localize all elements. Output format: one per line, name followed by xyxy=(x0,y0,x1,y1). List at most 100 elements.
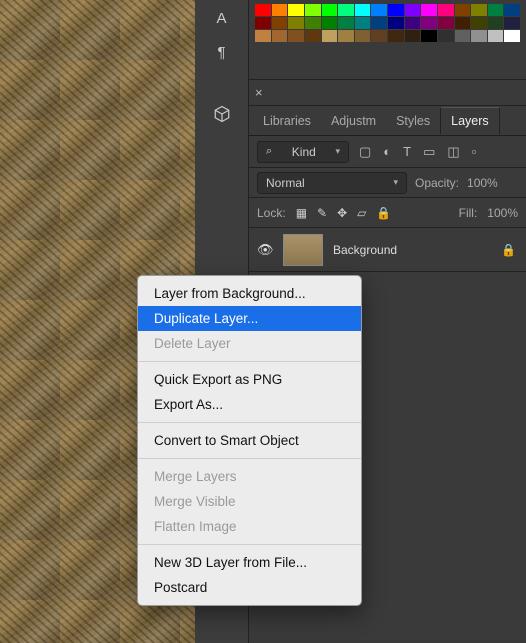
lock-option-icon[interactable]: ▦ xyxy=(296,206,307,220)
swatch[interactable] xyxy=(471,4,487,16)
swatch[interactable] xyxy=(371,4,387,16)
swatch[interactable] xyxy=(504,17,520,29)
tab-adjustm[interactable]: Adjustm xyxy=(321,108,386,134)
3d-panel-icon[interactable] xyxy=(205,102,239,126)
menu-item-quick-export-as-png[interactable]: Quick Export as PNG xyxy=(138,367,361,392)
blend-mode-row: Normal ▾ Opacity: 100% xyxy=(249,168,526,198)
swatch[interactable] xyxy=(388,30,404,42)
swatch[interactable] xyxy=(488,17,504,29)
layer-name[interactable]: Background xyxy=(333,243,397,257)
swatch[interactable] xyxy=(305,17,321,29)
chevron-down-icon: ▾ xyxy=(393,177,398,188)
swatch[interactable] xyxy=(305,30,321,42)
swatch[interactable] xyxy=(471,30,487,42)
tab-layers[interactable]: Layers xyxy=(440,107,500,134)
menu-separator xyxy=(138,544,361,545)
filter-type-icon[interactable]: ▢ xyxy=(359,144,371,160)
menu-separator xyxy=(138,422,361,423)
swatch[interactable] xyxy=(272,4,288,16)
swatch[interactable] xyxy=(405,30,421,42)
type-tool-icon[interactable]: A xyxy=(205,6,239,30)
filter-type-icon[interactable]: ▭ xyxy=(423,144,435,160)
filter-kind-label: Kind xyxy=(292,145,316,159)
swatch[interactable] xyxy=(455,4,471,16)
lock-option-icon[interactable]: ✥ xyxy=(337,206,347,220)
chevron-down-icon: ▾ xyxy=(335,146,340,157)
panel-group-header: × xyxy=(249,80,526,106)
lock-option-icon[interactable]: 🔒 xyxy=(376,206,391,220)
blend-mode-select[interactable]: Normal ▾ xyxy=(257,172,407,194)
swatch[interactable] xyxy=(322,30,338,42)
menu-item-delete-layer: Delete Layer xyxy=(138,331,361,356)
swatch[interactable] xyxy=(471,17,487,29)
swatch[interactable] xyxy=(272,17,288,29)
visibility-toggle-icon[interactable]: 👁 xyxy=(257,242,273,258)
swatch[interactable] xyxy=(421,4,437,16)
swatch[interactable] xyxy=(371,30,387,42)
filter-kind-select[interactable]: ⌕ Kind ▾ xyxy=(257,141,349,163)
swatch[interactable] xyxy=(272,30,288,42)
swatch[interactable] xyxy=(255,30,271,42)
swatch[interactable] xyxy=(288,4,304,16)
close-panel-icon[interactable]: × xyxy=(249,85,269,100)
swatch[interactable] xyxy=(355,30,371,42)
menu-item-postcard[interactable]: Postcard xyxy=(138,575,361,600)
filter-type-icon[interactable]: T xyxy=(403,144,411,159)
swatch[interactable] xyxy=(255,4,271,16)
lock-label: Lock: xyxy=(257,206,286,220)
swatch[interactable] xyxy=(455,17,471,29)
menu-item-export-as[interactable]: Export As... xyxy=(138,392,361,417)
search-icon: ⌕ xyxy=(266,145,272,158)
swatch[interactable] xyxy=(338,4,354,16)
fill-label: Fill: xyxy=(459,206,478,220)
tab-styles[interactable]: Styles xyxy=(386,108,440,134)
layer-thumbnail[interactable] xyxy=(283,234,323,266)
swatch[interactable] xyxy=(455,30,471,42)
menu-item-duplicate-layer[interactable]: Duplicate Layer... xyxy=(138,306,361,331)
swatch[interactable] xyxy=(355,17,371,29)
swatch[interactable] xyxy=(488,4,504,16)
swatch[interactable] xyxy=(371,17,387,29)
swatch[interactable] xyxy=(388,17,404,29)
swatch[interactable] xyxy=(288,30,304,42)
lock-option-icon[interactable]: ✎ xyxy=(317,206,327,220)
swatch[interactable] xyxy=(504,4,520,16)
tab-libraries[interactable]: Libraries xyxy=(253,108,321,134)
swatch[interactable] xyxy=(388,4,404,16)
swatch[interactable] xyxy=(438,4,454,16)
swatch[interactable] xyxy=(338,17,354,29)
swatch[interactable] xyxy=(421,17,437,29)
swatch[interactable] xyxy=(405,4,421,16)
layer-row-background[interactable]: 👁 Background 🔒 xyxy=(249,228,526,272)
fill-value[interactable]: 100% xyxy=(487,206,518,220)
lock-option-icon[interactable]: ▱ xyxy=(357,206,366,220)
swatch[interactable] xyxy=(438,30,454,42)
swatch[interactable] xyxy=(255,17,271,29)
paragraph-icon[interactable]: ¶ xyxy=(205,40,239,64)
menu-item-merge-visible: Merge Visible xyxy=(138,489,361,514)
menu-item-new-3d-layer-from-file[interactable]: New 3D Layer from File... xyxy=(138,550,361,575)
menu-item-convert-to-smart-object[interactable]: Convert to Smart Object xyxy=(138,428,361,453)
swatch[interactable] xyxy=(421,30,437,42)
panel-tabs: LibrariesAdjustmStylesLayers xyxy=(249,106,526,136)
opacity-label: Opacity: xyxy=(415,176,459,190)
swatch[interactable] xyxy=(504,30,520,42)
menu-separator xyxy=(138,361,361,362)
swatch[interactable] xyxy=(488,30,504,42)
swatch[interactable] xyxy=(355,4,371,16)
swatch[interactable] xyxy=(322,17,338,29)
menu-item-flatten-image: Flatten Image xyxy=(138,514,361,539)
menu-separator xyxy=(138,458,361,459)
filter-type-icon[interactable]: ◫ xyxy=(447,144,459,160)
opacity-value[interactable]: 100% xyxy=(467,176,498,190)
swatch[interactable] xyxy=(338,30,354,42)
swatch[interactable] xyxy=(305,4,321,16)
swatch[interactable] xyxy=(322,4,338,16)
filter-type-icon[interactable]: ◐ xyxy=(383,144,391,159)
menu-item-layer-from-background[interactable]: Layer from Background... xyxy=(138,281,361,306)
layer-filter-row: ⌕ Kind ▾ ▢ ◐ T ▭ ◫ ▫ xyxy=(249,136,526,168)
swatch[interactable] xyxy=(438,17,454,29)
filter-type-icon[interactable]: ▫ xyxy=(472,144,477,159)
swatch[interactable] xyxy=(405,17,421,29)
swatch[interactable] xyxy=(288,17,304,29)
